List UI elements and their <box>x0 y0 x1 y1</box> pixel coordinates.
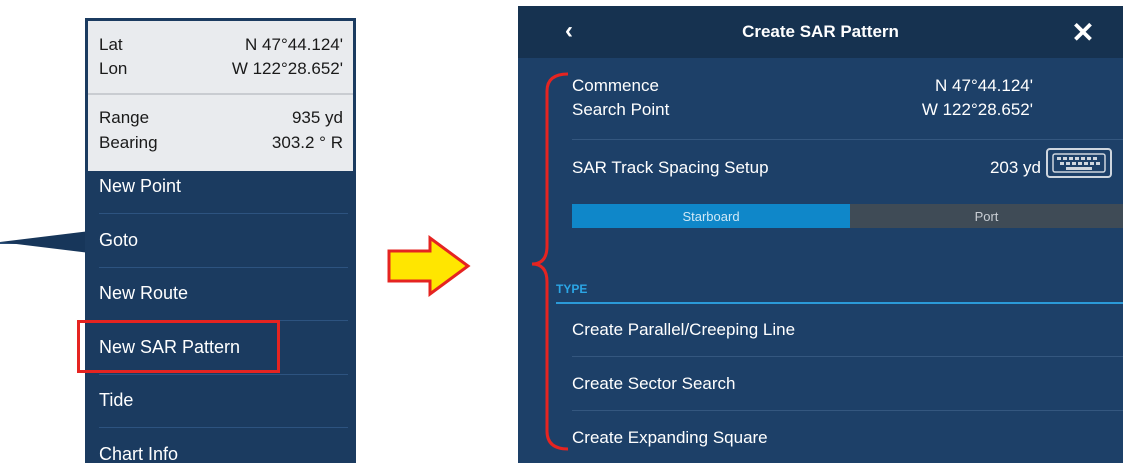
type-divider <box>556 302 1123 304</box>
commence-lon-value: W 122°28.652' <box>921 100 1033 119</box>
bearing-label: Bearing <box>99 133 158 152</box>
create-sector-search-button[interactable]: Create Sector Search <box>572 374 735 394</box>
bearing-row: Bearing 303.2 ° R <box>99 132 343 154</box>
row-divider <box>572 410 1123 411</box>
range-row: Range 935 yd <box>99 107 343 129</box>
commence-lat-value: N 47°44.124' <box>935 76 1033 95</box>
menu-item-chart-info[interactable]: Chart Info <box>99 428 348 463</box>
search-point-label: Search Point <box>572 100 670 119</box>
lon-label: Lon <box>99 59 128 78</box>
menu-item-tide[interactable]: Tide <box>99 374 348 428</box>
keyboard-icon[interactable] <box>1046 148 1112 178</box>
bracket-annotation <box>531 72 569 451</box>
commence-label: Commence <box>572 76 659 95</box>
bearing-value: 303.2 ° R <box>271 133 343 152</box>
create-expanding-square-button[interactable]: Create Expanding Square <box>572 428 768 448</box>
transition-arrow-icon <box>387 235 471 297</box>
lat-value: N 47°44.124' <box>245 35 343 54</box>
lon-row: Lon W 122°28.652' <box>99 58 343 80</box>
lat-label: Lat <box>99 35 123 54</box>
close-icon[interactable]: ✕ <box>1069 17 1097 48</box>
toggle-starboard[interactable]: Starboard <box>572 204 850 228</box>
track-spacing-value: 203 yd <box>989 158 1041 177</box>
menu-item-new-route[interactable]: New Route <box>99 267 348 321</box>
menu-pointer <box>0 231 90 253</box>
dialog-header: ‹ Create SAR Pattern ✕ <box>518 6 1123 58</box>
create-parallel-creeping-line-button[interactable]: Create Parallel/Creeping Line <box>572 320 795 340</box>
row-divider <box>572 356 1123 357</box>
range-label: Range <box>99 108 150 127</box>
info-divider <box>88 93 353 95</box>
dialog-title: Create SAR Pattern <box>742 22 899 41</box>
context-menu: Lat N 47°44.124' Lon W 122°28.652' Range… <box>85 18 356 463</box>
sar-pattern-dialog: ‹ Create SAR Pattern ✕ Commence Search P… <box>518 6 1123 463</box>
range-value: 935 yd <box>291 108 343 127</box>
highlight-box <box>77 320 280 373</box>
dialog-body: Commence Search Point N 47°44.124' W 122… <box>518 58 1123 463</box>
toggle-port[interactable]: Port <box>850 204 1123 228</box>
track-spacing-label: SAR Track Spacing Setup <box>572 158 769 177</box>
lon-value: W 122°28.652' <box>231 59 343 78</box>
lat-row: Lat N 47°44.124' <box>99 34 343 56</box>
menu-item-new-point[interactable]: New Point <box>99 160 348 214</box>
menu-item-goto[interactable]: Goto <box>99 214 348 268</box>
row-divider <box>572 139 1123 140</box>
position-info-box: Lat N 47°44.124' Lon W 122°28.652' Range… <box>88 21 353 171</box>
